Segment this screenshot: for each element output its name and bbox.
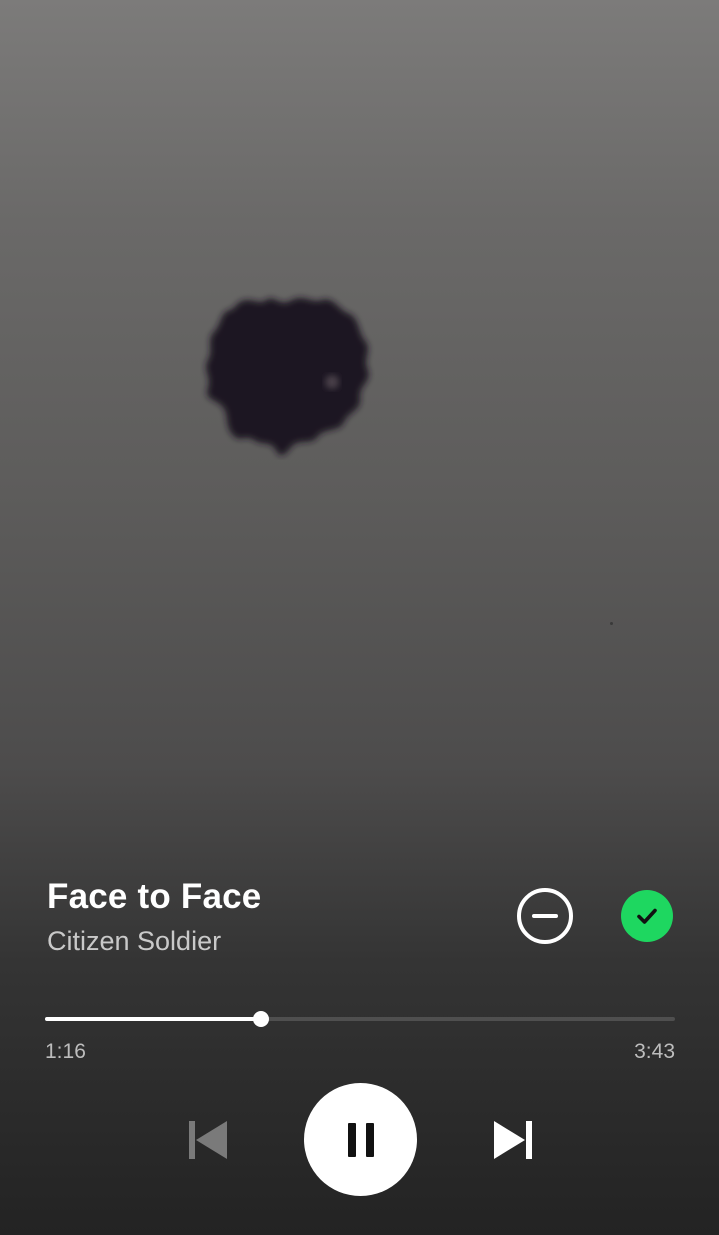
next-track-button[interactable] [491, 1117, 535, 1163]
progress-fill [45, 1017, 262, 1021]
pause-button[interactable] [304, 1083, 417, 1196]
check-icon [637, 908, 657, 924]
progress-thumb[interactable] [253, 1011, 270, 1027]
skip-forward-icon [494, 1121, 532, 1159]
previous-track-button[interactable] [186, 1117, 230, 1163]
total-duration: 3:43 [634, 1040, 675, 1063]
elapsed-time: 1:16 [45, 1040, 86, 1063]
liked-songs-button[interactable] [621, 890, 673, 942]
minus-circle-icon [532, 914, 558, 918]
ink-blot-image [200, 290, 375, 460]
pause-icon [347, 1122, 374, 1157]
canvas-video-background [0, 0, 719, 860]
track-info: Face to Face Citizen Soldier [47, 876, 467, 958]
track-title[interactable]: Face to Face [47, 876, 467, 918]
hide-song-button[interactable] [517, 888, 573, 944]
skip-back-icon [189, 1121, 227, 1159]
canvas-speck [610, 622, 613, 625]
track-artist[interactable]: Citizen Soldier [47, 924, 467, 958]
progress-bar[interactable] [45, 1011, 675, 1027]
